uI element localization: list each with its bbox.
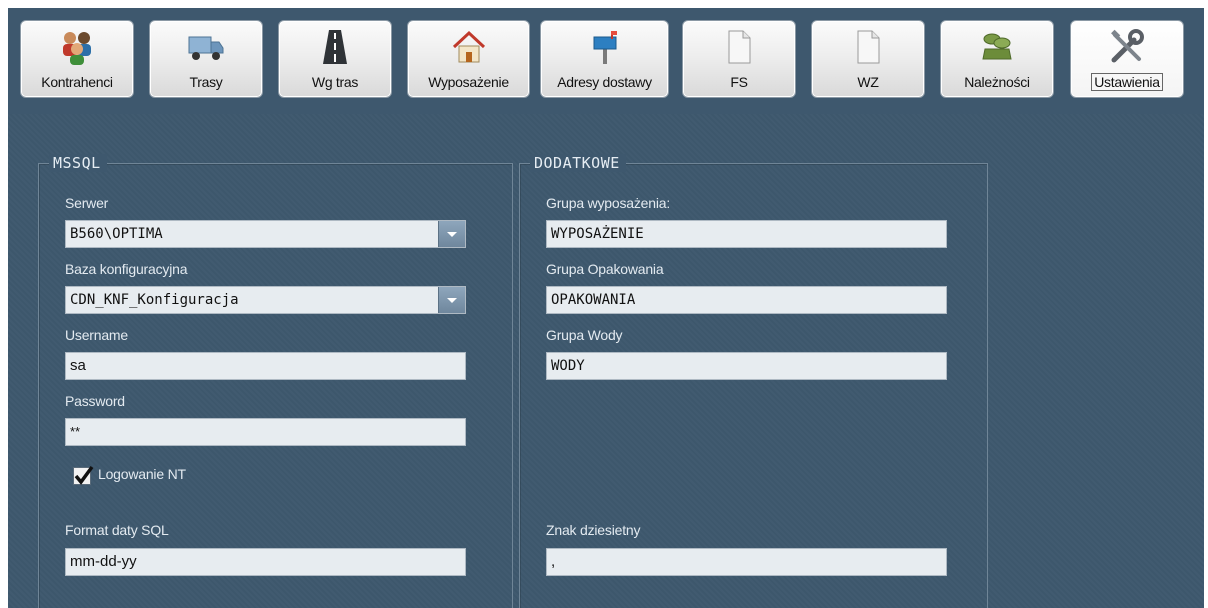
wg-tras-button[interactable]: Wg tras	[278, 20, 392, 98]
fs-button[interactable]: FS	[682, 20, 796, 98]
nt-login-checkbox[interactable]	[73, 465, 94, 485]
ustawienia-button[interactable]: Ustawienia	[1070, 20, 1184, 98]
date-format-label: Format daty SQL	[65, 522, 169, 538]
config-db-select[interactable]: CDN_KNF_Konfiguracja	[65, 286, 466, 314]
username-label: Username	[65, 327, 128, 343]
naleznosci-label: Należności	[964, 74, 1030, 90]
document-icon	[857, 30, 880, 64]
server-label: Serwer	[65, 195, 109, 211]
date-format-input[interactable]: mm-dd-yy	[65, 548, 466, 576]
checkmark-icon	[74, 465, 94, 485]
kontrahenci-label: Kontrahenci	[41, 74, 113, 90]
trasy-label: Trasy	[189, 74, 223, 90]
document-icon	[728, 30, 751, 64]
adresy-dostawy-label: Adresy dostawy	[557, 74, 652, 90]
tools-icon	[1111, 29, 1144, 63]
mssql-legend: MSSQL	[49, 154, 107, 172]
people-icon	[63, 32, 91, 65]
mssql-group: MSSQL Serwer B560\OPTIMA Baza konfigurac…	[38, 154, 513, 608]
water-group-input[interactable]: WODY	[546, 352, 947, 380]
naleznosci-button[interactable]: Należności	[940, 20, 1054, 98]
extra-group: DODATKOWE Grupa wyposażenia: WYPOSAŻENIE…	[519, 154, 988, 608]
wyposazenie-button[interactable]: Wyposażenie	[407, 20, 530, 98]
mailbox-icon	[593, 31, 617, 64]
equipment-group-label: Grupa wyposażenia:	[546, 195, 671, 211]
config-db-dropdown-button[interactable]	[438, 287, 465, 313]
adresy-dostawy-button[interactable]: Adresy dostawy	[540, 20, 669, 98]
extra-legend: DODATKOWE	[530, 154, 626, 172]
trasy-button[interactable]: Trasy	[149, 20, 263, 98]
water-group-label: Grupa Wody	[546, 327, 623, 343]
nt-login-label: Logowanie NT	[98, 466, 186, 482]
decimal-sign-label: Znak dziesietny	[546, 522, 641, 538]
ustawienia-label: Ustawienia	[1071, 73, 1183, 91]
equipment-group-input[interactable]: WYPOSAŻENIE	[546, 220, 947, 248]
house-icon	[452, 30, 485, 63]
packaging-group-label: Grupa Opakowania	[546, 261, 664, 277]
password-input[interactable]: **	[65, 418, 466, 446]
server-select[interactable]: B560\OPTIMA	[65, 220, 466, 248]
wg-tras-label: Wg tras	[311, 74, 359, 90]
kontrahenci-button[interactable]: Kontrahenci	[20, 20, 134, 98]
wyposazenie-label: Wyposażenie	[428, 74, 509, 90]
username-input[interactable]: sa	[65, 352, 466, 380]
wz-button[interactable]: WZ	[811, 20, 925, 98]
road-icon	[323, 30, 347, 64]
app-window: Kontrahenci Trasy Wg tras Wyposażenie Ad…	[8, 8, 1204, 608]
money-icon	[982, 33, 1012, 60]
packaging-group-input[interactable]: OPAKOWANIA	[546, 286, 947, 314]
decimal-sign-input[interactable]: ,	[546, 548, 947, 576]
main-toolbar: Kontrahenci Trasy Wg tras Wyposażenie Ad…	[8, 8, 1204, 114]
wz-label: WZ	[857, 74, 879, 90]
truck-icon	[188, 36, 224, 60]
server-dropdown-button[interactable]	[438, 221, 465, 247]
config-db-label: Baza konfiguracyjna	[65, 261, 188, 277]
password-label: Password	[65, 393, 125, 409]
server-value: B560\OPTIMA	[70, 226, 163, 242]
fs-label: FS	[730, 74, 748, 90]
config-db-value: CDN_KNF_Konfiguracja	[70, 292, 239, 308]
